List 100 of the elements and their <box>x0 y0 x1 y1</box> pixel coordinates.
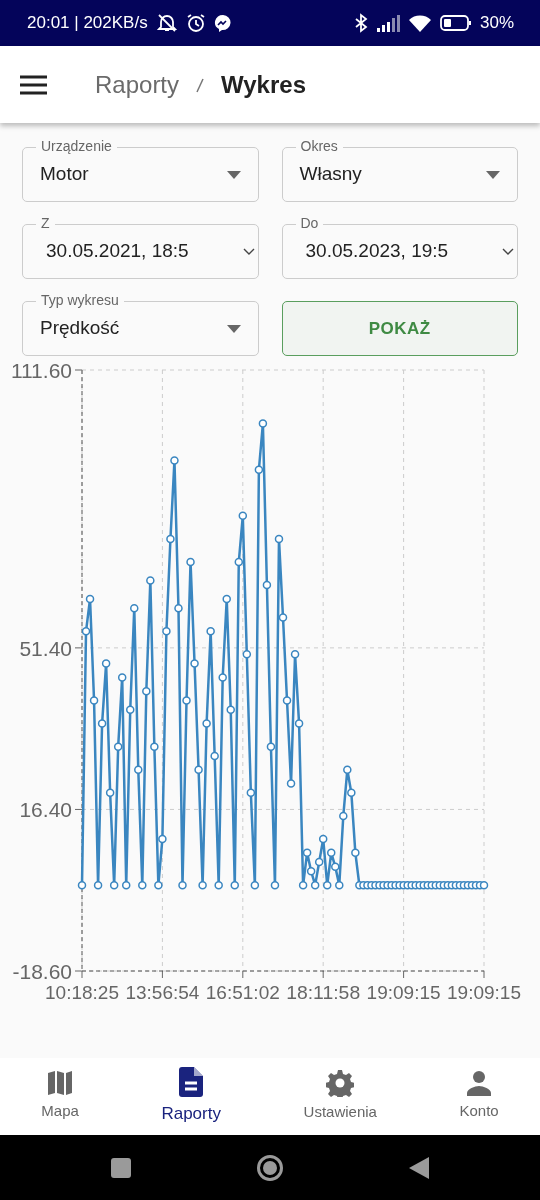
dropdown-caret-icon[interactable] <box>226 170 241 179</box>
select-field[interactable]: Typ wykresu Prędkość <box>22 291 259 356</box>
messenger-icon <box>213 14 232 32</box>
data-point <box>89 696 99 705</box>
select-field[interactable]: Okres Własny <box>281 137 518 202</box>
map-icon[interactable] <box>46 1070 75 1097</box>
data-point <box>347 788 356 798</box>
date-field[interactable]: Do 30.05.2023, 19:5 <box>281 214 518 279</box>
data-point <box>138 880 147 890</box>
data-point <box>202 719 211 728</box>
data-point <box>242 650 252 659</box>
menu-icon[interactable] <box>20 74 47 95</box>
breadcrumb-item[interactable]: Raporty <box>95 66 180 103</box>
data-point <box>93 880 103 890</box>
show-button[interactable]: POKAŻ <box>281 301 518 356</box>
data-point <box>81 627 91 636</box>
data-point <box>294 719 304 728</box>
status-time: 20:01 | 202KB/s <box>27 12 148 35</box>
data-point <box>214 880 223 890</box>
data-point <box>85 594 95 604</box>
home-circle-icon[interactable] <box>256 1153 284 1182</box>
data-point <box>134 765 143 774</box>
y-axis-label: 51.40 <box>19 636 72 660</box>
data-point <box>270 880 280 890</box>
x-axis-label: 10:18:25 <box>45 982 119 1003</box>
data-point <box>343 765 352 774</box>
data-point <box>182 696 191 705</box>
data-point <box>298 880 308 890</box>
back-triangle-icon[interactable] <box>409 1156 430 1179</box>
data-point <box>126 705 135 714</box>
data-point <box>158 834 167 844</box>
data-point <box>238 511 248 521</box>
data-point <box>278 613 288 622</box>
battery-percent: 30% <box>479 12 514 35</box>
x-axis-label: 13:56:54 <box>125 982 200 1003</box>
muted-bell-icon <box>155 13 178 33</box>
data-point <box>302 848 312 858</box>
data-point <box>174 603 183 613</box>
data-point <box>77 880 87 890</box>
field-value: Własny <box>299 162 362 187</box>
data-point <box>314 857 324 867</box>
data-point <box>206 627 215 636</box>
data-point <box>327 848 336 858</box>
battery-icon <box>439 14 472 32</box>
data-point <box>170 456 179 465</box>
wifi-icon <box>407 14 432 32</box>
chevron-down-icon[interactable] <box>242 247 255 256</box>
data-point <box>306 867 316 876</box>
data-point <box>117 673 127 682</box>
data-point <box>258 419 268 428</box>
person-icon[interactable] <box>466 1070 493 1097</box>
data-point <box>101 659 111 668</box>
data-point <box>282 696 292 705</box>
data-point <box>290 650 300 659</box>
chevron-down-icon[interactable] <box>502 247 514 256</box>
square-nav-icon[interactable] <box>110 1157 131 1178</box>
data-point <box>286 779 296 788</box>
data-point <box>335 880 344 890</box>
data-point <box>222 594 231 604</box>
data-point <box>142 687 151 696</box>
data-point <box>479 880 489 890</box>
data-point <box>166 534 175 544</box>
x-axis-label: 16:51:02 <box>205 982 280 1003</box>
data-point <box>121 880 131 890</box>
data-point <box>113 742 123 751</box>
nav-label[interactable]: Ustawienia <box>303 1101 377 1124</box>
select-field[interactable]: Urządzenie Motor <box>22 137 259 202</box>
data-point <box>190 659 199 668</box>
data-point <box>154 880 163 890</box>
dropdown-caret-icon[interactable] <box>486 170 500 179</box>
document-icon[interactable] <box>179 1066 204 1097</box>
settings-icon[interactable] <box>326 1069 355 1098</box>
alarm-clock-icon <box>185 13 206 33</box>
data-point <box>322 880 332 890</box>
data-point <box>266 742 276 751</box>
data-point <box>130 603 139 613</box>
breadcrumb-item: Wykres <box>221 69 306 100</box>
data-point <box>186 557 195 567</box>
data-point <box>274 534 284 544</box>
field-value: 30.05.2021, 18:5 <box>46 239 189 264</box>
data-point <box>198 880 207 890</box>
x-axis-label: 19:09:15 <box>366 982 441 1003</box>
bluetooth-icon <box>353 13 368 33</box>
x-axis-label: 19:09:15 <box>447 982 521 1003</box>
data-point <box>150 742 159 751</box>
field-value: Motor <box>40 162 89 187</box>
data-point <box>178 880 187 890</box>
nav-label[interactable]: Konto <box>459 1100 499 1123</box>
data-point <box>162 627 171 636</box>
data-point <box>226 705 235 714</box>
y-axis-label: -18.60 <box>12 960 72 983</box>
data-point <box>339 811 348 821</box>
field-label: Urządzenie <box>36 137 117 155</box>
data-point <box>254 465 264 474</box>
nav-label[interactable]: Mapa <box>41 1100 79 1123</box>
data-point <box>230 880 239 890</box>
nav-label[interactable]: Raporty <box>161 1100 221 1127</box>
data-point <box>262 580 272 590</box>
date-field[interactable]: Z 30.05.2021, 18:5 <box>22 214 259 279</box>
dropdown-caret-icon[interactable] <box>226 324 241 333</box>
